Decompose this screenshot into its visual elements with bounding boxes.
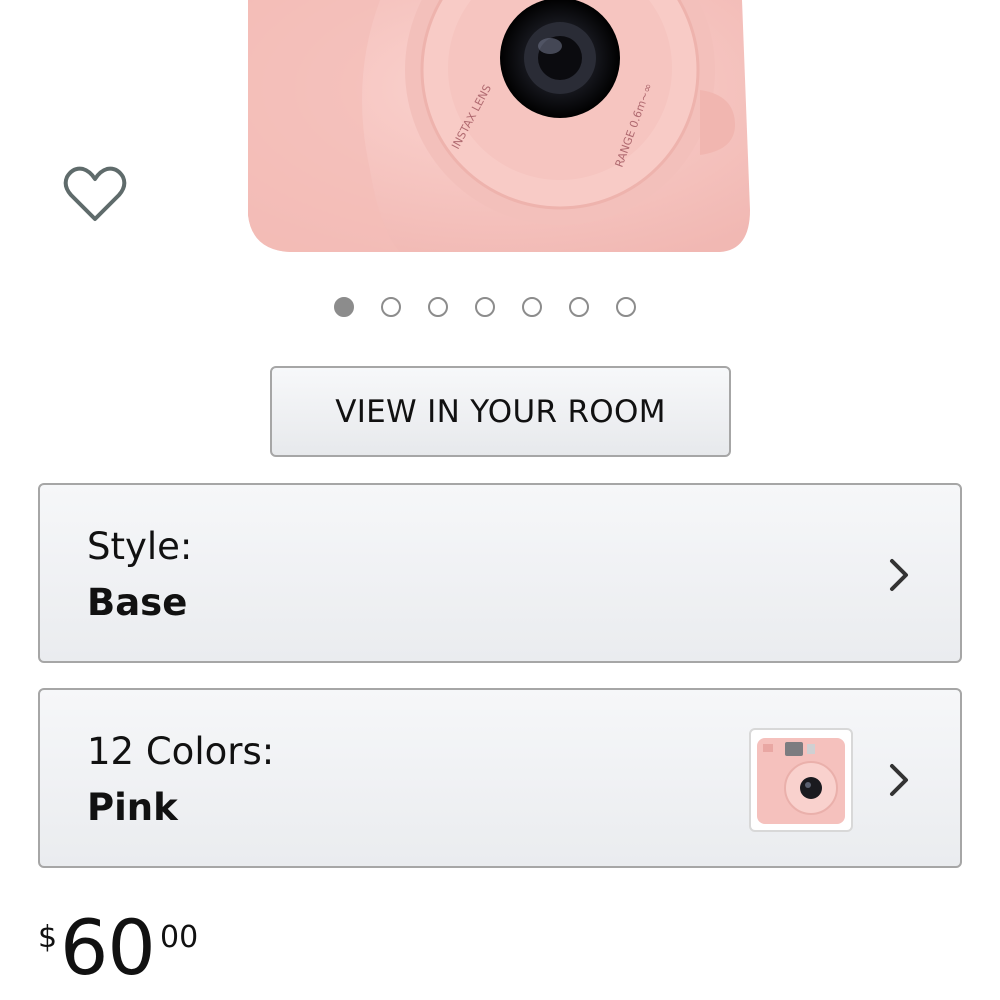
price-fraction: 00 [160, 920, 199, 955]
chevron-right-icon [890, 559, 908, 591]
product-image[interactable]: INSTAX LENS RANGE 0.6m~∞ [230, 0, 770, 265]
color-option-selector[interactable]: 12 Colors: Pink [38, 688, 962, 868]
carousel-dot-2[interactable] [381, 297, 401, 317]
carousel-dots [334, 297, 636, 325]
carousel-dot-6[interactable] [569, 297, 589, 317]
color-label: 12 Colors: [87, 730, 275, 773]
chevron-right-icon [890, 764, 908, 796]
carousel-dot-3[interactable] [428, 297, 448, 317]
pink-camera-thumbnail [749, 728, 853, 832]
heart-icon[interactable] [62, 162, 128, 228]
carousel-dot-7[interactable] [616, 297, 636, 317]
style-label: Style: [87, 525, 193, 568]
view-in-room-label: VIEW IN YOUR ROOM [335, 393, 666, 430]
style-option-selector[interactable]: Style: Base [38, 483, 962, 663]
view-in-room-button[interactable]: VIEW IN YOUR ROOM [270, 366, 731, 457]
price-currency: $ [38, 920, 58, 955]
price-whole: 60 [60, 903, 156, 992]
color-value: Pink [87, 786, 178, 829]
style-value: Base [87, 581, 188, 624]
carousel-dot-5[interactable] [522, 297, 542, 317]
carousel-dot-1[interactable] [334, 297, 354, 317]
carousel-dot-4[interactable] [475, 297, 495, 317]
